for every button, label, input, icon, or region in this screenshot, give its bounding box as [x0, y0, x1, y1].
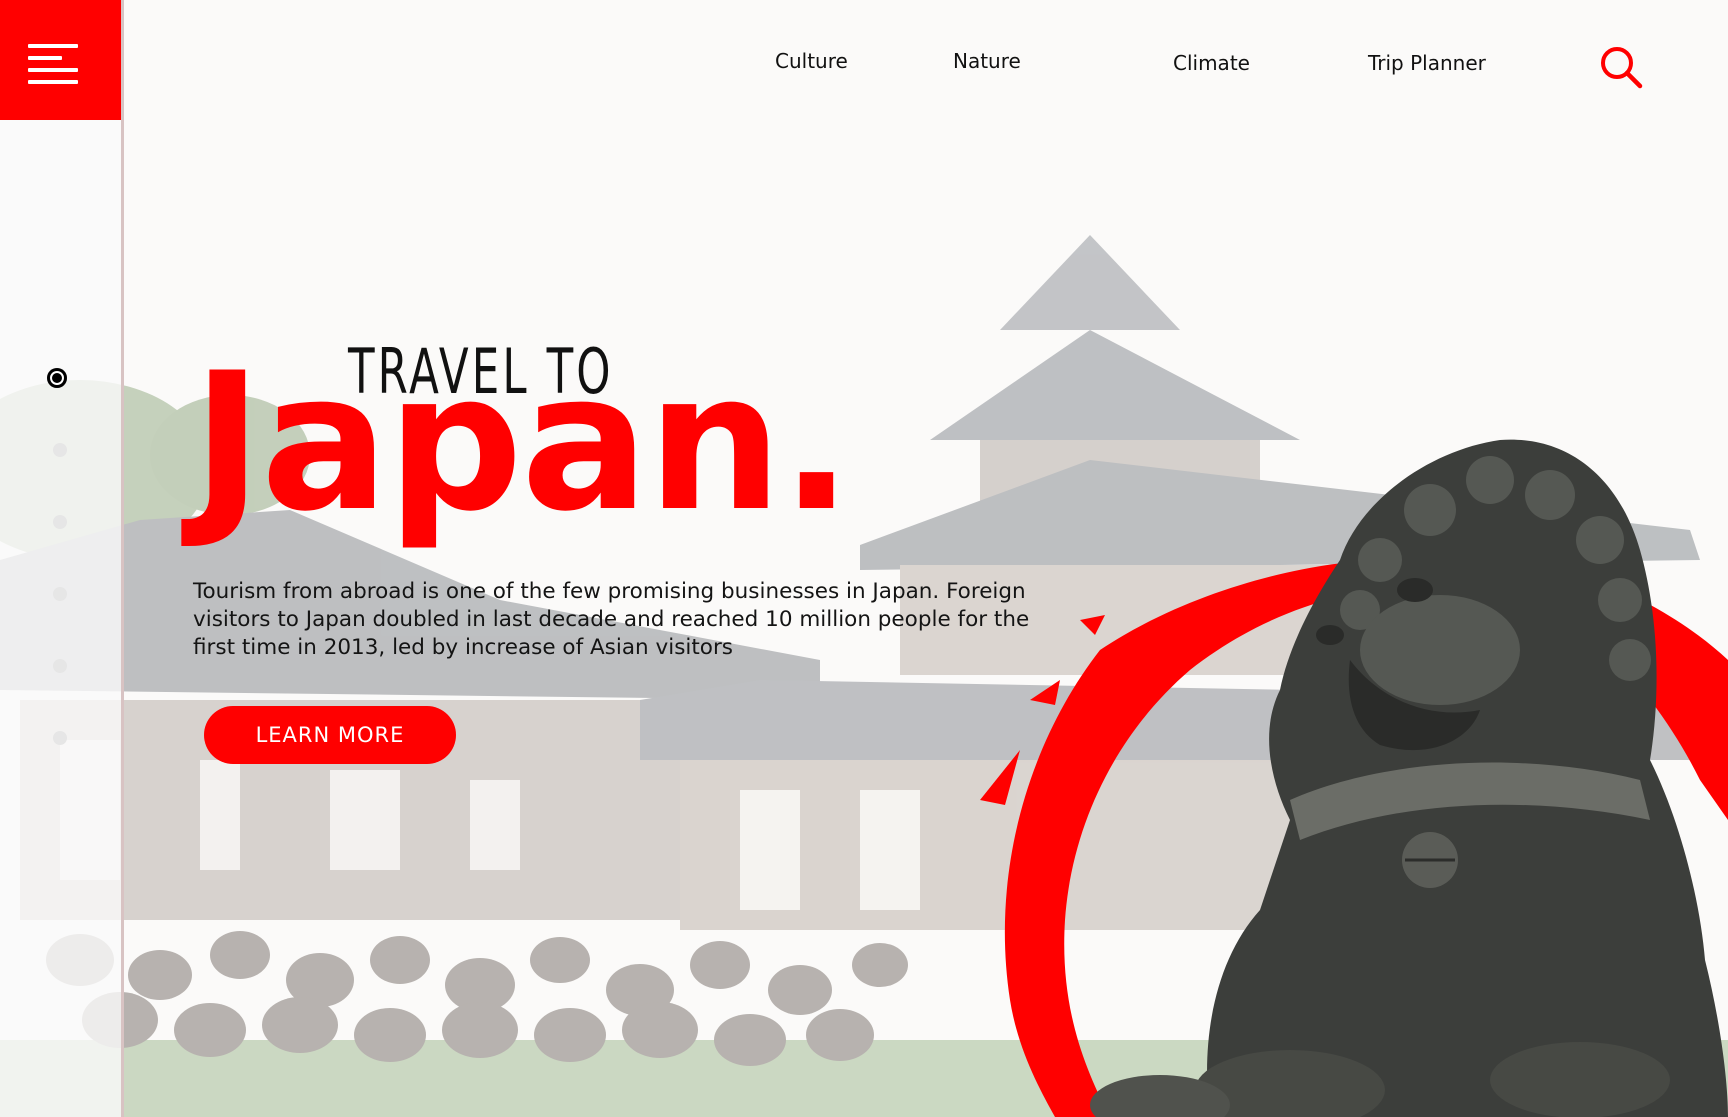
learn-more-button[interactable]: LEARN MORE [204, 706, 456, 764]
nav-link-culture[interactable]: Culture [775, 49, 848, 73]
search-button[interactable] [1598, 44, 1646, 92]
slide-dot-4[interactable] [53, 587, 67, 601]
hero-description: Tourism from abroad is one of the few pr… [193, 579, 1030, 660]
nav-link-climate[interactable]: Climate [1173, 51, 1250, 75]
slide-dot-2[interactable] [53, 443, 67, 457]
slide-dot-3[interactable] [53, 515, 67, 529]
nav-link-trip-planner[interactable]: Trip Planner [1368, 51, 1486, 75]
hero-title: Japan. [192, 332, 853, 553]
nav-link-nature[interactable]: Nature [953, 49, 1021, 73]
left-rail [0, 0, 124, 1117]
slide-dot-5[interactable] [53, 659, 67, 673]
top-nav: Culture Nature Climate Trip Planner [0, 0, 1728, 120]
slide-dot-6[interactable] [53, 731, 67, 745]
search-icon [1601, 47, 1643, 89]
slide-dot-1[interactable] [47, 368, 67, 388]
guardian-lion-image [980, 439, 1728, 1117]
